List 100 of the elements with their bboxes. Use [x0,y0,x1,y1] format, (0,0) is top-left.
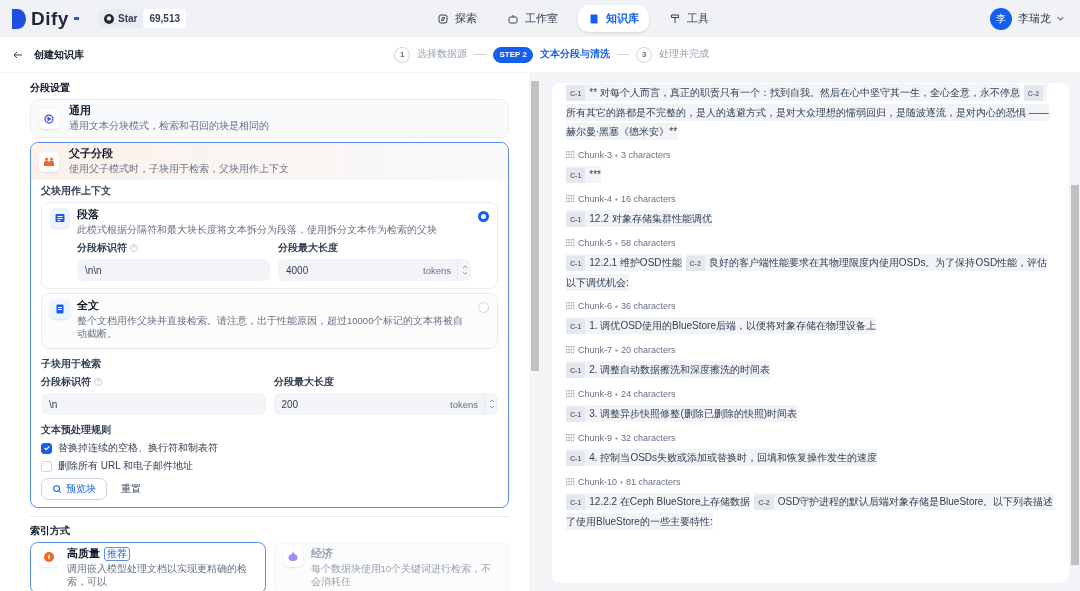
step-number: 3 [635,46,653,63]
nav-tab[interactable]: 探索 [427,5,487,32]
checkmark-icon [42,444,51,452]
scrollbar[interactable] [529,73,540,591]
unit-label: tokens [423,264,452,276]
github-icon [104,13,114,24]
checkbox[interactable] [41,442,52,454]
mode-description: 通用文本分块模式，检索和召回的块是相同的 [69,120,269,133]
option-title: 全文 [77,299,100,313]
chunk-size: 16 characters [621,194,676,204]
separator-dot-icon [615,392,619,396]
chunk-name: Chunk-4 [578,194,613,204]
star-label: Star [118,13,138,24]
chevron-down-icon[interactable] [1057,16,1064,21]
grid-icon [566,151,575,159]
people-icon [39,151,59,172]
chunk-name: Chunk-3 [578,150,613,160]
mode-card[interactable] [30,142,509,508]
grid-icon [566,390,575,398]
subsection-title: 文本预处理规则 [41,423,112,437]
chunk-name: Chunk-10 [578,477,618,487]
star-count: 69,513 [143,9,187,28]
input-field[interactable]: 4000 tokens [278,259,471,281]
chunk-size: 81 characters [626,477,681,487]
grid-icon [566,239,575,247]
mode-title: 父子分段 [69,147,114,161]
option-card[interactable]: 段落 此模式根据分隔符和最大块长度将文本拆分为段落，使用拆分文本作为检索的父块 分段标识符 \n\n 分段最大长度 4000 tokens [41,202,498,289]
user-name[interactable]: 李瑞龙 [1018,11,1051,26]
chunk-name: Chunk-9 [578,433,613,443]
document-icon [50,208,70,228]
section-title: 索引方式 [30,524,71,538]
separator-dot-icon [615,304,619,308]
grid-icon [566,195,575,203]
separator-dot-icon [615,197,619,201]
checkbox-label: 替换掉连续的空格、换行符和制表符 [58,441,218,455]
chunk-size: 3 characters [621,150,671,160]
chunk-name: Chunk-5 [578,238,613,248]
field-label: 分段标识符 [77,241,270,255]
subsection-title: 父块用作上下文 [41,184,112,198]
cursor-icon [73,17,79,20]
option-description: 此模式根据分隔符和最大块长度将文本拆分为段落，使用拆分文本作为检索的父块 [77,224,438,237]
checkbox-label: 删除所有 URL 和电子邮件地址 [58,459,194,473]
option-card[interactable]: 全文 整个文档用作父块并直接检索。请注意，出于性能原因，超过10000个标记的文本将被自动截断。 [41,293,498,349]
step-number: STEP 2 [493,46,533,63]
grid-icon [566,434,575,442]
reset-button[interactable]: 重置 [121,482,141,496]
page-title: 创建知识库 [34,47,85,62]
logo-icon [12,8,26,29]
step-number: 1 [394,46,411,63]
step-label: 选择数据源 [417,48,468,61]
separator-dot-icon [615,348,619,352]
separator-dot-icon [615,436,619,440]
document-icon [50,299,70,319]
separator-dot-icon [615,153,619,157]
separator-dot-icon [620,480,624,484]
user-avatar[interactable]: 李 [990,7,1012,30]
chunk-name: Chunk-6 [578,301,613,311]
chunk-size: 24 characters [621,389,676,399]
mode-description: 使用父子模式时，子块用于检索，父块用作上下文 [69,163,289,176]
radio-button[interactable] [478,211,489,222]
book-icon [588,12,600,25]
preview-button[interactable]: 预览块 [41,478,107,500]
chunk-size: 58 characters [621,238,676,248]
field-label: 分段最大长度 [278,241,339,255]
gear-icon [39,108,59,129]
grid-icon [566,346,575,354]
nav-tab[interactable]: 工具 [659,5,719,32]
option-description: 每个数据块使用10个关键词进行检索，不会消耗任 [310,563,493,589]
index-option-card[interactable]: 高质量 推荐 调用嵌入模型处理文档以实现更精确的检索，可以 [30,542,266,591]
unit-label: tokens [450,398,479,410]
mode-title: 通用 [69,104,92,118]
option-title: 高质量 [67,547,100,561]
section-title: 分段设置 [30,81,71,95]
option-title: 段落 [77,208,100,222]
field-label: 分段最大长度 [273,375,335,389]
hammer-icon [669,12,681,25]
input-field[interactable]: \n\n [77,259,270,281]
github-star-button[interactable]: Star 69,513 [98,9,187,28]
piggy-bank-icon [282,547,303,567]
recommended-badge: 推荐 [104,547,130,561]
chunk-size: 36 characters [621,301,676,311]
input-field[interactable]: 200 tokens [273,393,498,415]
nav-tab[interactable]: 知识库 [578,5,649,32]
chunk-name: Chunk-7 [578,345,613,355]
option-description: 整个文档用作父块并直接检索。请注意，出于性能原因，超过10000个标记的文本将被自动截断。 [77,315,465,341]
chunk-name: Chunk-8 [578,389,613,399]
step-label: 文本分段与清洗 [539,48,610,61]
chunk-size: 20 characters [621,345,676,355]
option-description: 调用嵌入模型处理文档以实现更精确的检索，可以 [67,563,248,589]
step-label: 处理并完成 [659,48,710,61]
chunk-size: 32 characters [621,433,676,443]
nav-tab[interactable]: 工作室 [497,5,568,32]
grid-icon [566,478,575,486]
robot-icon [507,12,519,25]
option-title: 经济 [310,547,333,561]
input-field[interactable]: \n [41,393,266,415]
search-icon [52,484,62,494]
mode-card[interactable]: 通用 通用文本分块模式，检索和召回的块是相同的 [30,99,509,138]
grid-icon [566,302,575,310]
separator-dot-icon [615,241,619,245]
